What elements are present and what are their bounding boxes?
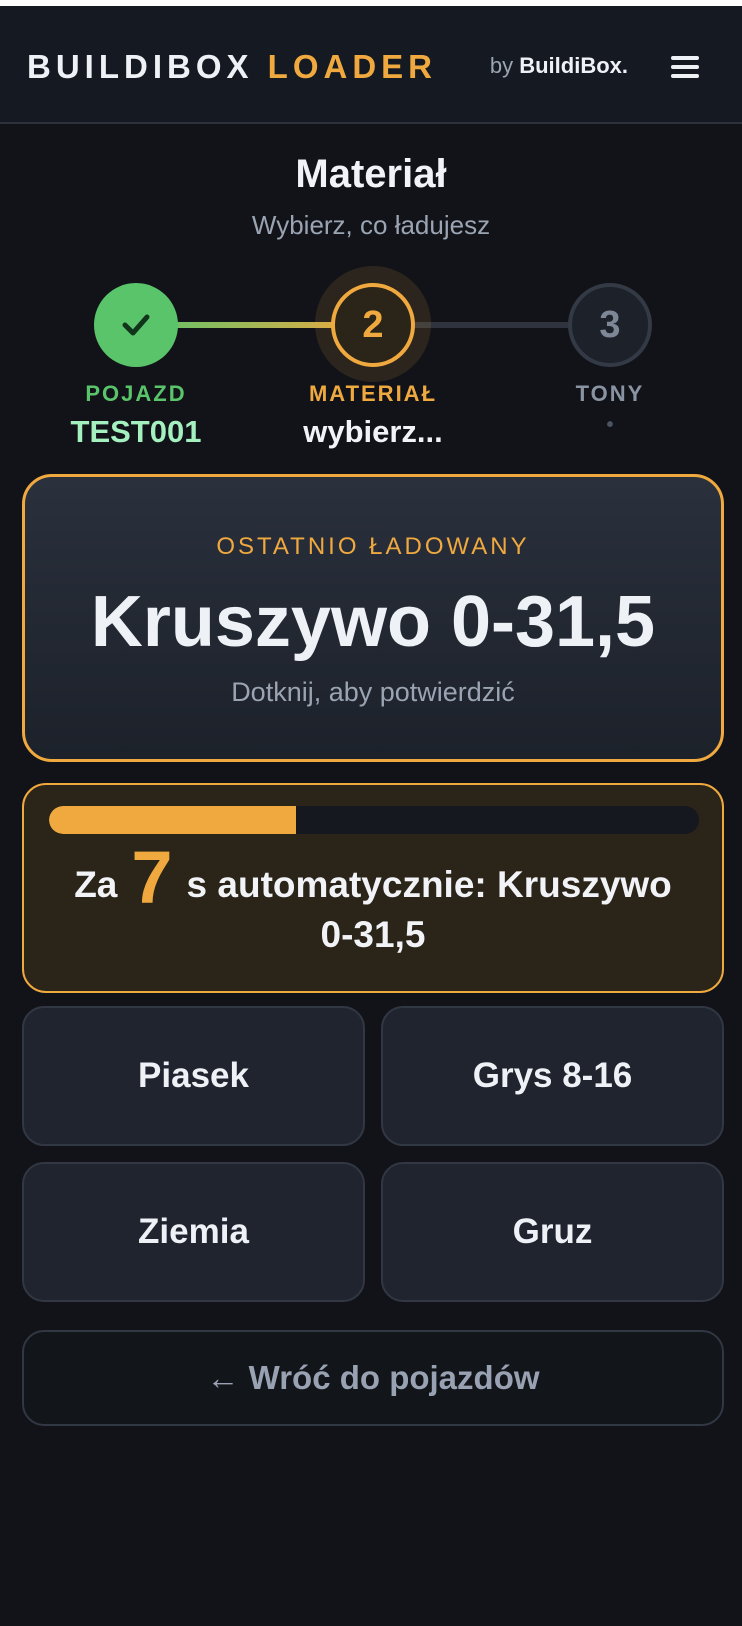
material-button-grys[interactable]: Grys 8-16 xyxy=(381,1006,724,1146)
material-button-piasek[interactable]: Piasek xyxy=(22,1006,365,1146)
countdown-seconds: 7 xyxy=(131,836,173,919)
brand-name: BUILDIBOX xyxy=(27,48,254,85)
material-button-gruz[interactable]: Gruz xyxy=(381,1162,724,1302)
brand-logo: BUILDIBOX LOADER xyxy=(27,48,437,86)
countdown-progress-track xyxy=(49,806,699,834)
page-subtitle: Wybierz, co ładujesz xyxy=(251,210,491,240)
step-2-label: MATERIAŁ xyxy=(308,381,438,406)
material-button-ziemia[interactable]: Ziemia xyxy=(22,1162,365,1302)
auto-confirm-banner: Za 7 s automatycznie: Kruszywo 0-31,5 xyxy=(22,783,724,993)
brand-product: LOADER xyxy=(267,48,438,85)
last-loaded-label: OSTATNIO ŁADOWANY xyxy=(216,533,530,560)
auto-confirm-text: Za 7 s automatycznie: Kruszywo 0-31,5 xyxy=(54,841,692,960)
hamburger-menu-icon[interactable] xyxy=(671,54,699,80)
last-loaded-hint: Dotknij, aby potwierdzić xyxy=(231,677,515,707)
page-title: Materiał xyxy=(295,152,447,196)
step-1-value: TEST001 xyxy=(70,414,202,449)
byline-brand: BuildiBox. xyxy=(519,53,628,78)
step-2-circle: 2 xyxy=(331,283,415,367)
app-header: BUILDIBOX LOADER by BuildiBox. xyxy=(0,6,742,124)
step-2-value: wybierz... xyxy=(303,414,443,449)
step-3-value: • xyxy=(606,414,614,436)
auto-confirm-suffix: s automatycznie: Kruszywo 0-31,5 xyxy=(186,864,672,955)
last-loaded-material: Kruszywo 0-31,5 xyxy=(90,582,656,662)
step-3-circle: 3 xyxy=(568,283,652,367)
byline: by BuildiBox. xyxy=(490,53,628,79)
step-3-label: TONY xyxy=(575,381,645,406)
step-1-check-icon xyxy=(94,283,178,367)
byline-prefix: by xyxy=(489,53,514,78)
back-to-vehicles-button[interactable]: ← Wróć do pojazdów xyxy=(22,1330,724,1426)
step-1-label: POJAZD xyxy=(85,381,187,406)
last-loaded-card[interactable]: OSTATNIO ŁADOWANY Kruszywo 0-31,5 Dotkni… xyxy=(22,474,724,762)
auto-confirm-prefix: Za xyxy=(74,864,118,905)
countdown-progress-fill xyxy=(49,806,296,834)
